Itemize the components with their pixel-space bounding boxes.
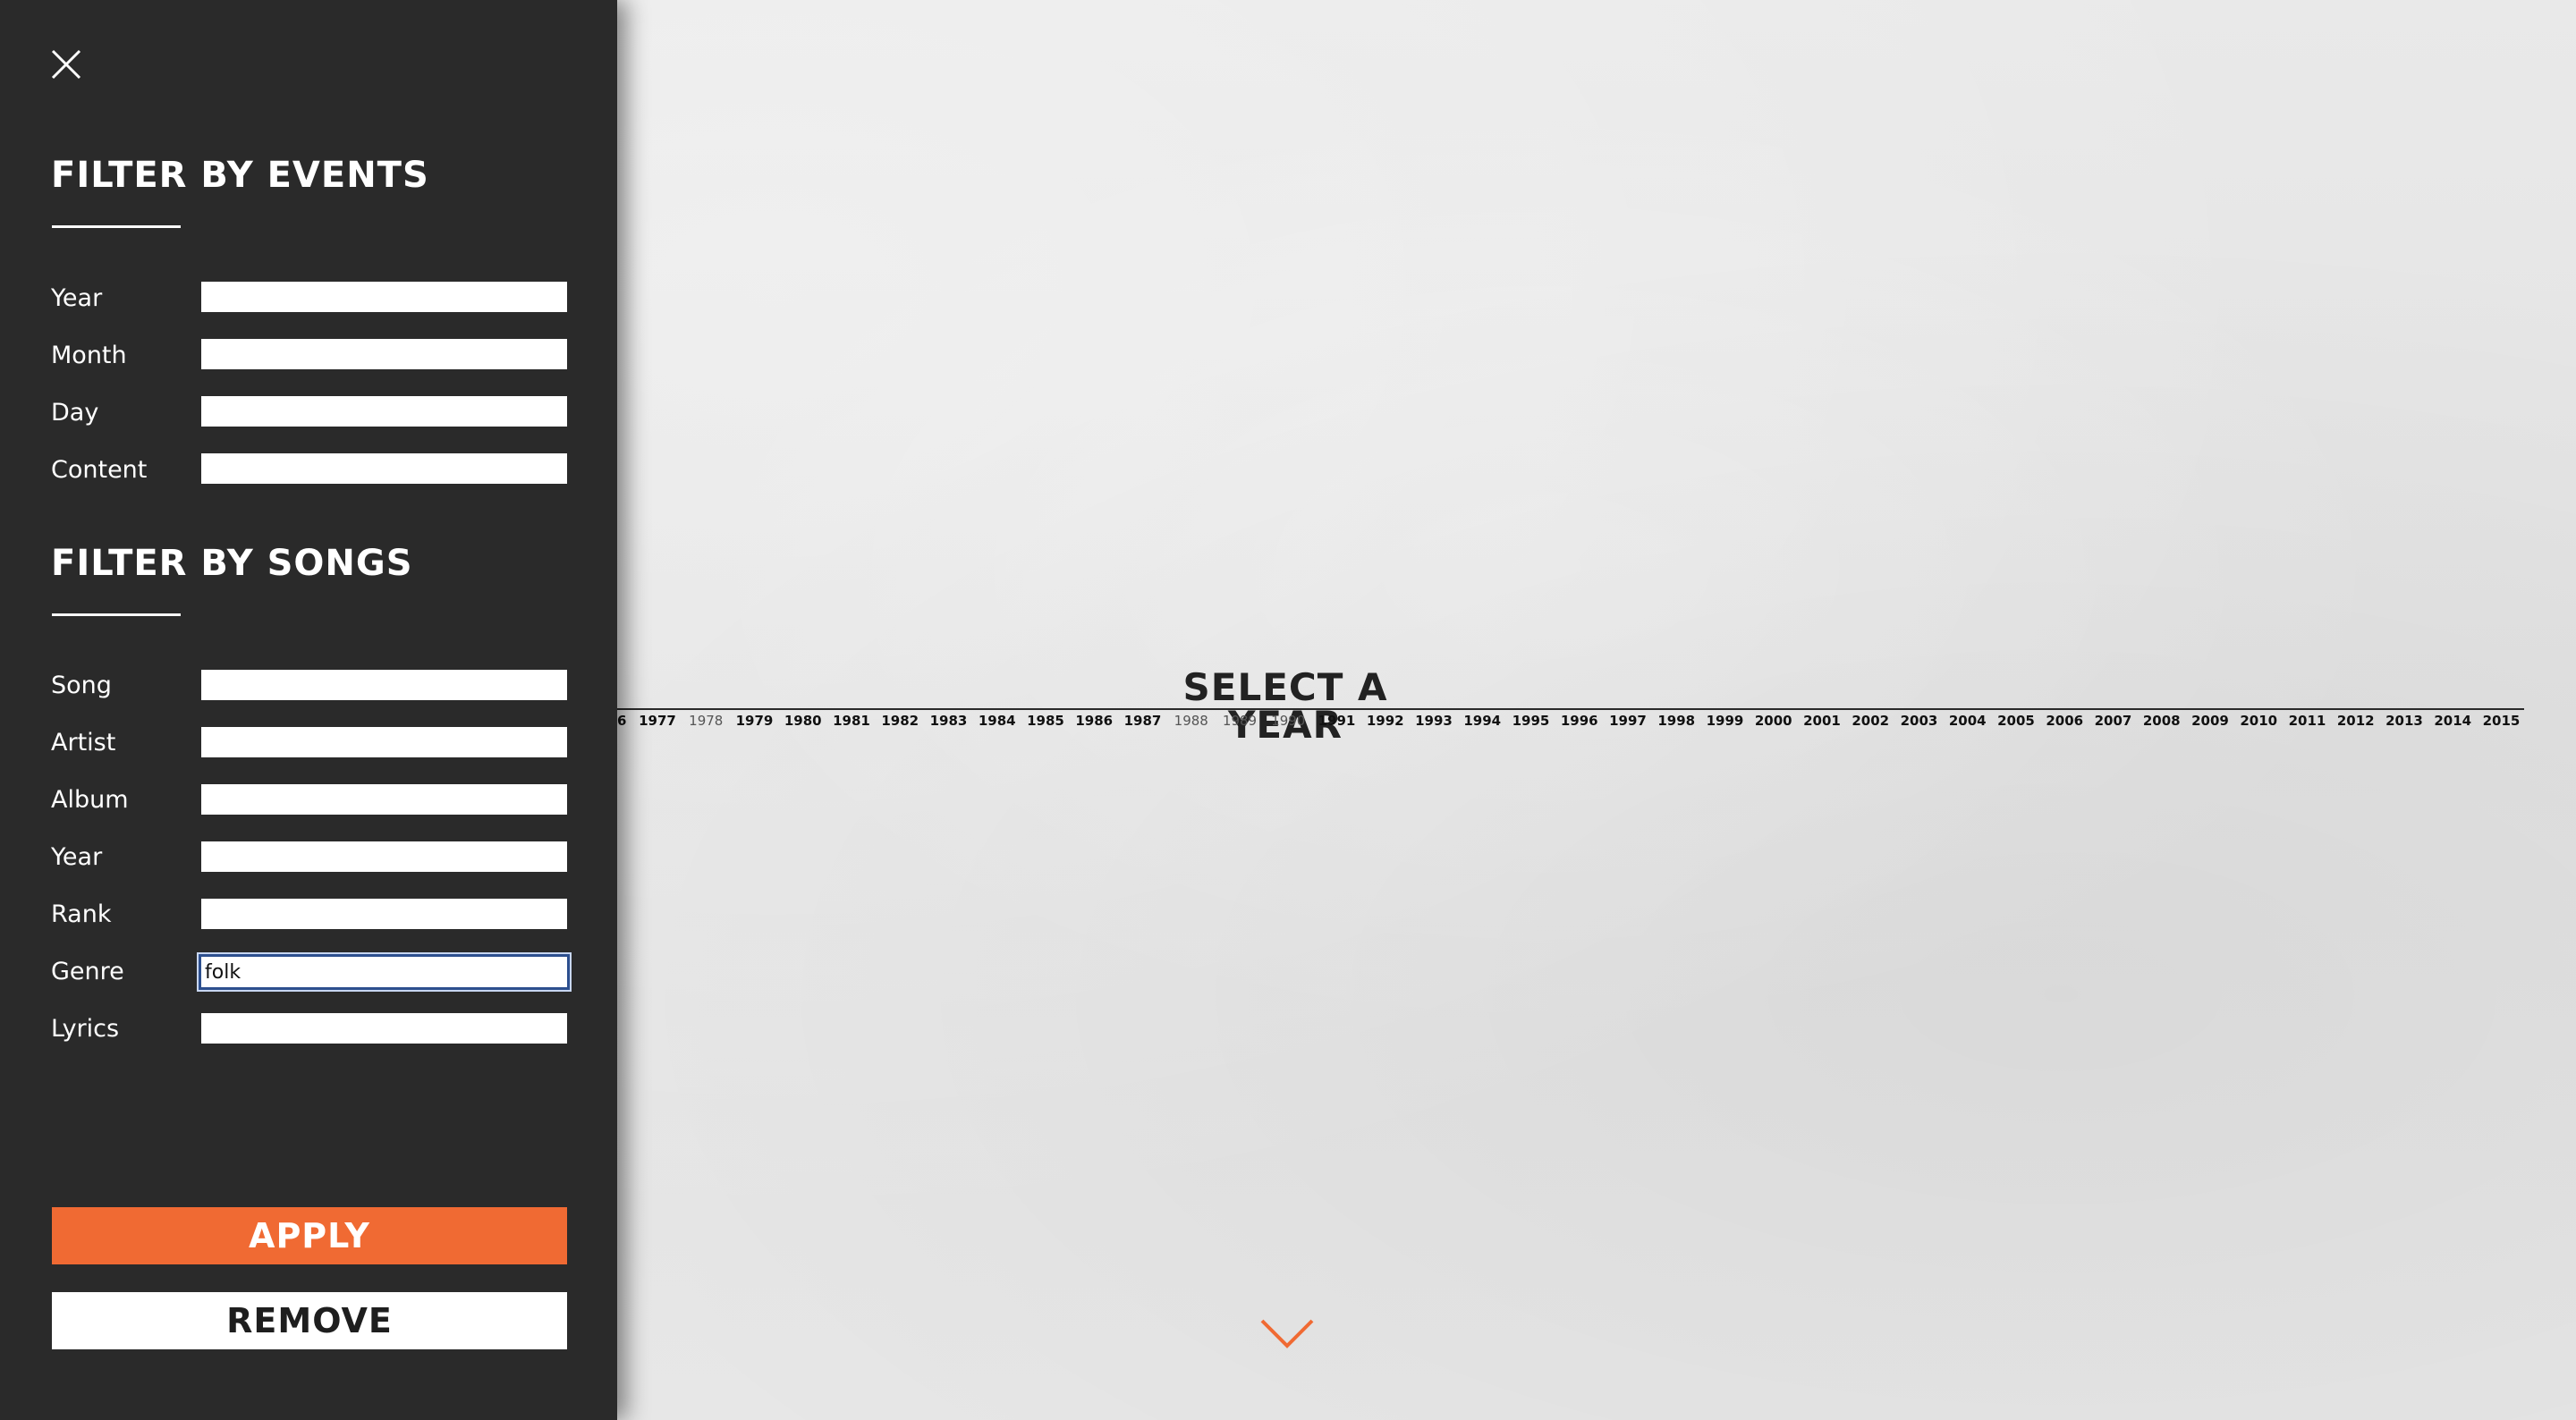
- album-label: Album: [51, 786, 129, 814]
- year-tick-1985[interactable]: 1985: [1021, 714, 1071, 728]
- rank-label: Rank: [51, 900, 112, 928]
- scroll-down-button[interactable]: [1259, 1318, 1315, 1348]
- year-tick-2007[interactable]: 2007: [2089, 714, 2139, 728]
- year-tick-2003[interactable]: 2003: [1894, 714, 1945, 728]
- year-tick-1990[interactable]: 1990: [1263, 714, 1313, 728]
- event-month-input[interactable]: [201, 339, 567, 369]
- year-tick-2000[interactable]: 2000: [1749, 714, 1799, 728]
- event-content-input[interactable]: [201, 453, 567, 484]
- lyrics-input[interactable]: [201, 1013, 567, 1044]
- event-month-label: Month: [51, 342, 127, 369]
- chevron-down-icon: [1260, 1319, 1314, 1348]
- close-icon: [51, 49, 81, 80]
- year-tick-1993[interactable]: 1993: [1409, 714, 1459, 728]
- year-tick-1996[interactable]: 1996: [1555, 714, 1605, 728]
- year-tick-1986[interactable]: 1986: [1069, 714, 1119, 728]
- close-button[interactable]: [50, 48, 82, 80]
- song-year-input[interactable]: [201, 841, 567, 872]
- song-label: Song: [51, 672, 112, 699]
- year-tick-2012[interactable]: 2012: [2331, 714, 2381, 728]
- events-section-divider: [52, 225, 181, 228]
- year-tick-2005[interactable]: 2005: [1991, 714, 2041, 728]
- album-input[interactable]: [201, 784, 567, 815]
- year-tick-1999[interactable]: 1999: [1700, 714, 1750, 728]
- artist-input[interactable]: [201, 727, 567, 757]
- year-tick-1987[interactable]: 1987: [1118, 714, 1168, 728]
- filter-sidebar: FILTER BY EVENTS Year Month Day Content …: [0, 0, 617, 1420]
- genre-input[interactable]: [199, 954, 570, 990]
- artist-label: Artist: [51, 729, 116, 756]
- remove-button[interactable]: REMOVE: [52, 1292, 567, 1349]
- year-tick-2006[interactable]: 2006: [2039, 714, 2089, 728]
- timeline-axis: [617, 708, 2524, 710]
- year-tick-2010[interactable]: 2010: [2233, 714, 2284, 728]
- year-tick-2014[interactable]: 2014: [2428, 714, 2478, 728]
- year-tick-1994[interactable]: 1994: [1457, 714, 1507, 728]
- year-tick-2013[interactable]: 2013: [2379, 714, 2429, 728]
- year-tick-1983[interactable]: 1983: [924, 714, 974, 728]
- event-day-label: Day: [51, 399, 99, 427]
- event-day-input[interactable]: [201, 396, 567, 427]
- year-tick-2011[interactable]: 2011: [2283, 714, 2333, 728]
- year-tick-2015[interactable]: 2015: [2477, 714, 2527, 728]
- year-tick-2004[interactable]: 2004: [1943, 714, 1993, 728]
- year-tick-1992[interactable]: 1992: [1360, 714, 1411, 728]
- year-tick-1979[interactable]: 1979: [730, 714, 780, 728]
- event-year-label: Year: [51, 284, 103, 312]
- year-tick-1995[interactable]: 1995: [1506, 714, 1556, 728]
- event-year-input[interactable]: [201, 282, 567, 312]
- events-section-title: FILTER BY EVENTS: [51, 155, 429, 196]
- year-tick-1998[interactable]: 1998: [1651, 714, 1701, 728]
- year-tick-1977[interactable]: 1977: [632, 714, 682, 728]
- year-tick-1997[interactable]: 1997: [1603, 714, 1653, 728]
- song-year-label: Year: [51, 843, 103, 871]
- songs-section-title: FILTER BY SONGS: [51, 543, 413, 584]
- year-tick-2002[interactable]: 2002: [1845, 714, 1895, 728]
- year-tick-1978[interactable]: 1978: [681, 714, 731, 728]
- year-tick-1988[interactable]: 1988: [1166, 714, 1216, 728]
- year-tick-1981[interactable]: 1981: [826, 714, 877, 728]
- rank-input[interactable]: [201, 899, 567, 929]
- year-tick-2009[interactable]: 2009: [2185, 714, 2235, 728]
- lyrics-label: Lyrics: [51, 1015, 120, 1043]
- year-tick-1991[interactable]: 1991: [1312, 714, 1362, 728]
- year-tick-2001[interactable]: 2001: [1797, 714, 1847, 728]
- year-tick-2008[interactable]: 2008: [2137, 714, 2187, 728]
- song-input[interactable]: [201, 670, 567, 700]
- year-tick-partial[interactable]: 6: [617, 714, 626, 728]
- year-tick-1982[interactable]: 1982: [875, 714, 925, 728]
- year-tick-1980[interactable]: 1980: [778, 714, 828, 728]
- apply-button[interactable]: APPLY: [52, 1207, 567, 1264]
- genre-label: Genre: [51, 958, 124, 985]
- event-content-label: Content: [51, 456, 148, 484]
- year-tick-1989[interactable]: 1989: [1215, 714, 1265, 728]
- year-tick-1984[interactable]: 1984: [972, 714, 1022, 728]
- songs-section-divider: [52, 613, 181, 616]
- timeline-title: SELECT A YEAR: [1182, 665, 1388, 747]
